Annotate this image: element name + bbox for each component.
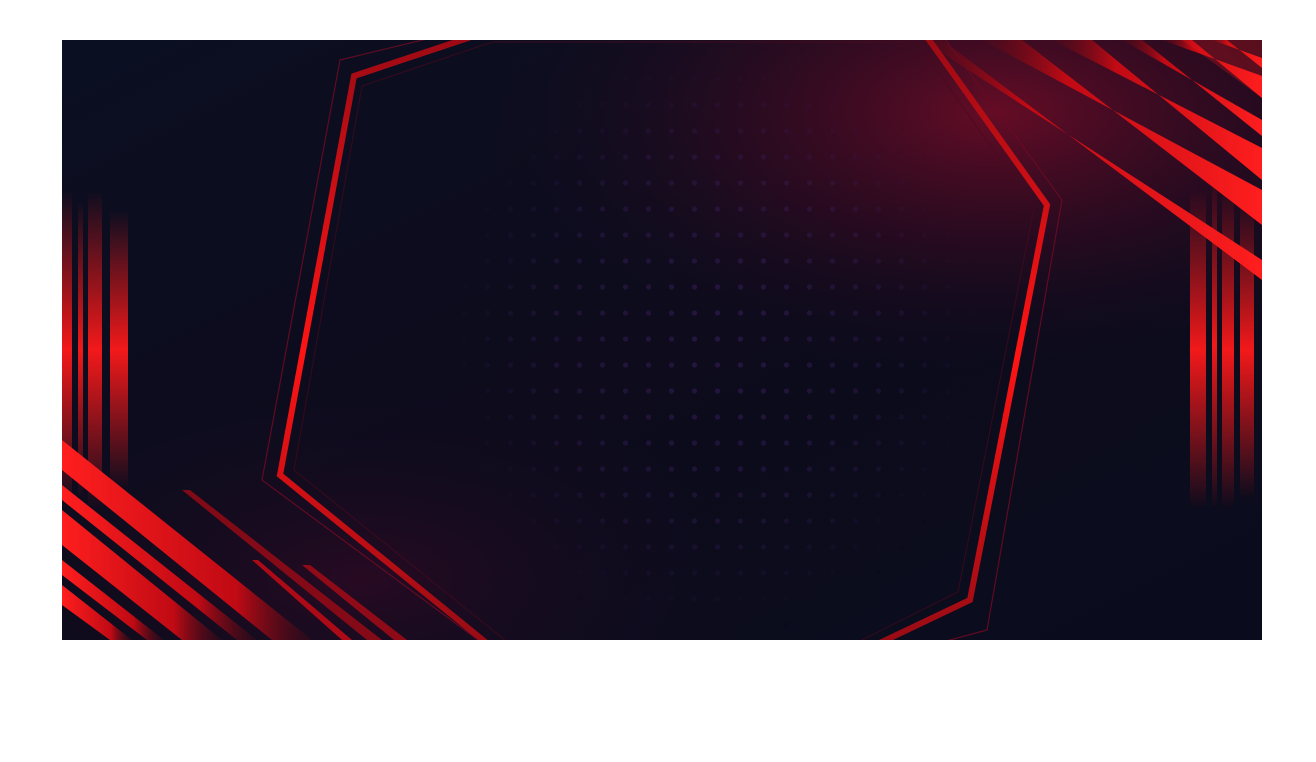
page — [0, 0, 1316, 762]
background-artwork — [62, 40, 1262, 640]
artwork-canvas — [62, 40, 1262, 640]
dot-grid — [442, 40, 982, 640]
